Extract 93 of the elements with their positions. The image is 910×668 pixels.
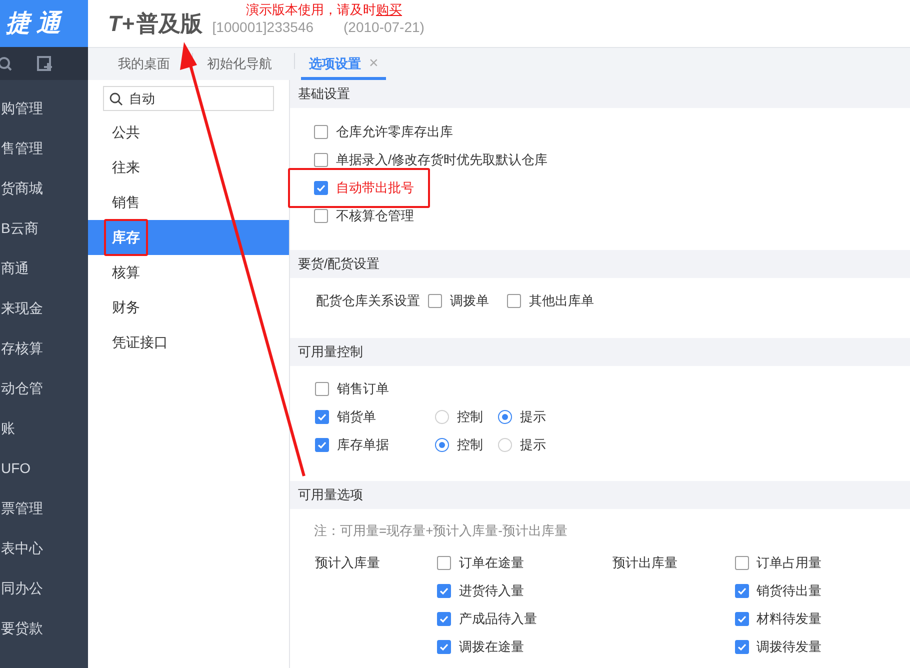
trial-notice: 演示版本使用，请及时购买 <box>246 1 402 19</box>
category-item[interactable]: 销售 <box>88 185 289 220</box>
nav-item[interactable]: 要贷款 <box>0 608 88 648</box>
checkbox[interactable] <box>734 556 748 570</box>
checkmark-icon <box>316 183 326 193</box>
checkbox[interactable] <box>437 612 451 626</box>
section-header: 基础设置 <box>290 80 910 108</box>
option-label: 仓库允许零库存出库 <box>336 123 453 142</box>
search-icon <box>109 92 123 106</box>
checkbox[interactable] <box>734 640 748 654</box>
checkbox[interactable] <box>315 382 329 396</box>
nav-item[interactable]: 票管理 <box>0 488 88 528</box>
nav-item[interactable]: 同办公 <box>0 568 88 608</box>
option-label: 调拨待发量 <box>756 638 822 656</box>
search-field[interactable]: 自动 <box>103 86 274 111</box>
option-label: 订单在途量 <box>459 554 524 572</box>
nav-item[interactable]: 来现金 <box>0 288 88 328</box>
nav-item[interactable]: UFO <box>0 448 88 488</box>
category-item[interactable]: 核算 <box>88 255 289 290</box>
option-label: 产成品待入量 <box>459 610 537 628</box>
nav-item[interactable]: B云商 <box>0 208 88 248</box>
checkbox[interactable] <box>437 556 451 570</box>
nav-item[interactable]: 表中心 <box>0 528 88 568</box>
option-label: 自动带出批号 <box>336 179 414 198</box>
formula-note: 注：可用量=现存量+预计入库量-预计出库量 <box>314 522 569 540</box>
search-icon[interactable] <box>0 56 14 72</box>
nav-item[interactable]: 购管理 <box>0 88 88 128</box>
option-label: 材料待发量 <box>756 610 822 628</box>
nav-item[interactable]: 商通 <box>0 248 88 288</box>
checkmark-icon <box>317 440 327 450</box>
option-label: 销货待出量 <box>756 582 822 600</box>
option-label: 单据录入/修改存货时优先取默认仓库 <box>336 151 548 170</box>
nav-item[interactable]: 账 <box>0 408 88 448</box>
nav-item[interactable]: 货商城 <box>0 168 88 208</box>
nav-item[interactable]: 动仓管 <box>0 368 88 408</box>
checkbox[interactable] <box>315 410 329 424</box>
radio-label: 提示 <box>520 408 546 426</box>
checkbox[interactable] <box>734 584 748 598</box>
option-label: 订单占用量 <box>756 554 822 572</box>
option-label: 其他出库单 <box>529 292 594 310</box>
option-label: 库存单据 <box>337 436 389 454</box>
checkbox[interactable] <box>315 438 329 452</box>
group-label: 预计出库量 <box>612 554 678 572</box>
nav-item[interactable]: 售管理 <box>0 128 88 168</box>
group-label: 预计入库量 <box>315 554 381 572</box>
checkmark-icon <box>317 412 327 422</box>
section-header: 可用量选项 <box>290 481 910 509</box>
checkbox[interactable] <box>437 640 451 654</box>
checkbox[interactable] <box>437 584 451 598</box>
category-item[interactable]: 财务 <box>88 290 289 325</box>
tab[interactable]: 我的桌面 <box>110 50 178 80</box>
highlight-frame: 库存 <box>104 219 148 256</box>
option-label: 销售订单 <box>337 380 389 398</box>
checkbox[interactable] <box>314 153 328 167</box>
nav-item[interactable]: 存核算 <box>0 328 88 368</box>
tab[interactable]: 初始化导航 <box>199 50 280 80</box>
radio-label: 提示 <box>520 436 546 454</box>
buy-link[interactable]: 购买 <box>376 2 402 17</box>
section-header: 要货/配货设置 <box>290 250 910 278</box>
checkbox[interactable] <box>507 294 521 308</box>
checkmark-icon <box>439 642 449 652</box>
checkbox[interactable] <box>734 612 748 626</box>
radio-button[interactable] <box>435 410 449 424</box>
checkbox[interactable] <box>314 209 328 223</box>
checkmark-icon <box>736 642 746 652</box>
category-item[interactable]: 库存 <box>88 220 289 255</box>
radio-button[interactable] <box>435 438 449 452</box>
radio-label: 控制 <box>457 408 483 426</box>
category-item[interactable]: 公共 <box>88 115 289 150</box>
radio-button[interactable] <box>498 410 512 424</box>
option-label: 进货待入量 <box>459 582 524 600</box>
account-text: [100001]233546 <box>212 18 314 37</box>
checkmark-icon <box>439 614 449 624</box>
option-label: 配货仓库关系设置 <box>316 292 420 310</box>
checkmark-icon <box>736 586 746 596</box>
checkmark-icon <box>736 614 746 624</box>
logo: 捷 通 <box>0 0 88 47</box>
date-text: (2010-07-21) <box>344 18 424 37</box>
option-label: 销货单 <box>337 408 376 426</box>
category-item[interactable]: 凭证接口 <box>88 325 289 360</box>
option-label: 调拨在途量 <box>459 638 524 656</box>
category-item[interactable]: 往来 <box>88 150 289 185</box>
radio-label: 控制 <box>457 436 483 454</box>
checkbox[interactable] <box>428 294 442 308</box>
checkmark-icon <box>439 586 449 596</box>
radio-button[interactable] <box>498 438 512 452</box>
add-icon[interactable] <box>36 54 54 72</box>
section-header: 可用量控制 <box>290 338 910 366</box>
option-label: 不核算仓管理 <box>336 207 414 226</box>
option-label: 调拨单 <box>450 292 489 310</box>
brand-logo: T+普及版 <box>108 10 202 38</box>
checkbox[interactable] <box>314 125 328 139</box>
checkbox[interactable] <box>314 181 328 195</box>
